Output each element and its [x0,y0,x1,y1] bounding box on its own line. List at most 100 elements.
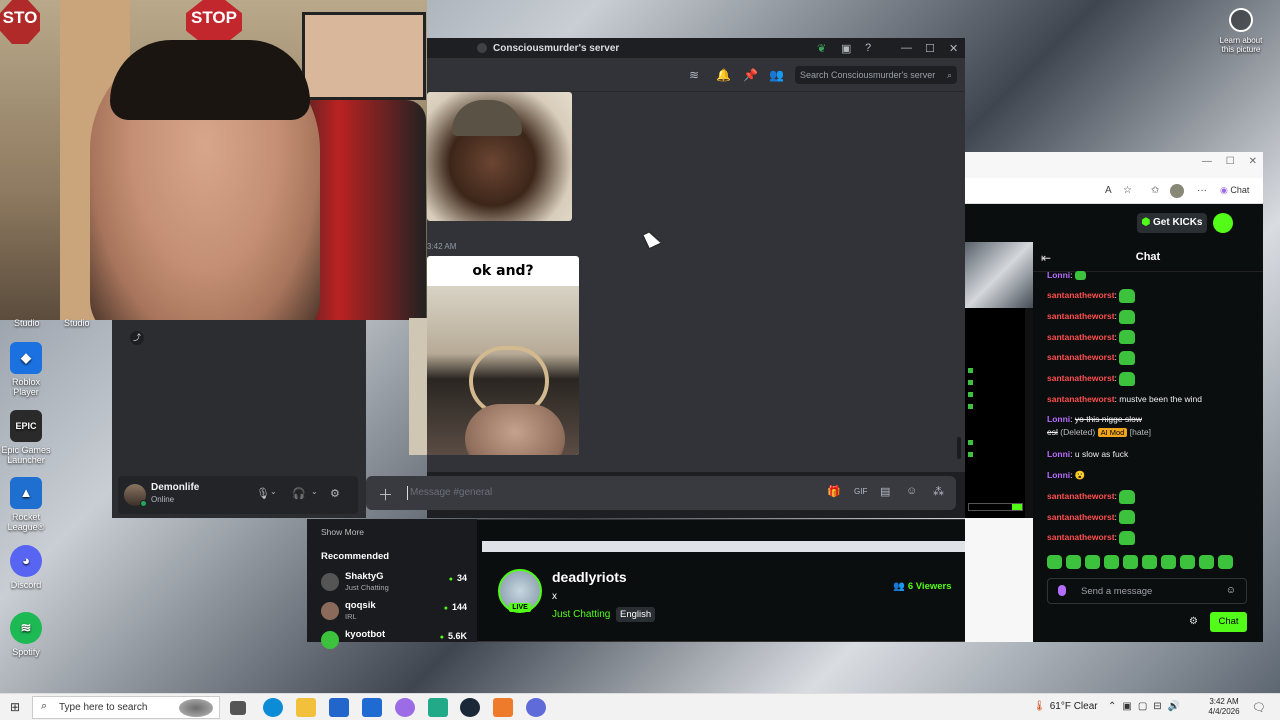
send-message-input[interactable]: Send a message ☺ [1047,578,1247,604]
chat-settings-gear-icon[interactable]: ⚙ [1189,616,1198,627]
desktop-icon-spotify[interactable]: ≋ Spotify [0,612,52,657]
message-composer[interactable]: ＋ Message #general 🎁 GIF ▤ ☺ ⁂ [366,476,956,510]
favorite-star-icon[interactable]: ☆ [1123,185,1132,196]
chat-username[interactable]: Lonni [1047,270,1070,280]
sublime-icon[interactable] [493,698,513,717]
get-kicks-button[interactable]: ⬢ Get KICKs [1137,213,1207,233]
username[interactable]: Demonlife [151,482,199,493]
steam-icon[interactable] [460,698,480,717]
maximize-icon[interactable]: ☐ [925,42,935,55]
message-timestamp: 3:42 AM [427,242,457,251]
copilot-chat-button[interactable]: ◉ Chat [1220,185,1249,196]
chat-send-button[interactable]: Chat [1210,612,1247,632]
weather-widget[interactable]: 🌡 61°F Clear [1033,701,1098,712]
learn-about-picture[interactable]: Learn about this picture [1218,8,1264,54]
recommended-channel[interactable]: qoqsik IRL 144 [321,600,473,624]
user-avatar[interactable] [1213,213,1233,233]
emote-button[interactable] [1218,555,1233,569]
system-tray-icons[interactable]: ⌃▣▢⊟🔊 [1108,701,1186,712]
chat-username[interactable]: santanatheworst [1047,532,1115,542]
scrollbar[interactable] [957,437,961,459]
minimize-icon[interactable]: — [901,42,912,54]
attach-plus-icon[interactable]: ＋ [378,484,393,505]
apps-icon[interactable]: ⁂ [933,485,944,498]
emote-button[interactable] [1104,555,1119,569]
chat-meme-attachment[interactable]: ok and? [427,256,579,455]
chat-username[interactable]: santanatheworst [1047,352,1115,362]
close-icon[interactable]: ✕ [949,42,958,55]
copilot-icon: ◉ [1220,185,1231,195]
chat-username[interactable]: santanatheworst [1047,290,1115,300]
emote-button[interactable] [1123,555,1138,569]
stream-language-tag[interactable]: English [616,607,656,622]
window-controls[interactable]: — ☐ ✕ [1202,156,1257,167]
taskbar-clock[interactable]: 3:42 AM 4/4/2026 [1203,697,1245,717]
microphone-icon[interactable] [1058,585,1066,596]
external-link-icon[interactable]: ⤴ [130,331,144,345]
gif-icon[interactable]: GIF [854,487,867,496]
chat-username[interactable]: santanatheworst [1047,394,1115,404]
emote [1119,289,1136,303]
more-options-icon[interactable]: ··· [1197,185,1207,196]
recommended-channel[interactable]: ShaktyG Just Chatting 34 [321,571,473,595]
member-list-icon[interactable]: 👥 [769,68,784,82]
help-icon[interactable]: ? [865,42,871,54]
show-more-link[interactable]: Show More [321,527,364,537]
streamer-name[interactable]: deadlyriots [552,569,627,585]
chat-username[interactable]: santanatheworst [1047,512,1115,522]
chat-message-cont: esl (Deleted) AI Mod [hate] [1047,425,1257,444]
emote-button[interactable] [1180,555,1195,569]
chat-message: santanatheworst: [1047,486,1257,507]
sticker-icon[interactable]: ▤ [880,485,890,498]
emote-button[interactable] [1066,555,1081,569]
desktop-icon-epic-games[interactable]: EPIC Epic Games Launcher [0,410,52,465]
copilot-icon[interactable] [395,698,415,717]
chat-username[interactable]: Lonni [1047,414,1070,424]
favorites-icon[interactable]: ✩ [1151,185,1159,196]
pin-icon[interactable]: 📌 [743,68,758,82]
headphones-icon[interactable]: 🎧 [292,487,306,500]
chat-image-attachment[interactable] [427,92,572,221]
emoji-picker-icon[interactable]: ☺ [1226,585,1236,596]
file-explorer-icon[interactable] [296,698,316,717]
nitro-leaf-icon[interactable]: ❦ [817,42,826,55]
emote-button[interactable] [1047,555,1062,569]
recommended-channel[interactable]: kyootbot 5.6K [321,629,473,653]
inbox-icon[interactable]: ▣ [841,42,851,55]
microphone-icon[interactable]: 🎙 [256,487,270,500]
gift-icon[interactable]: 🎁 [827,485,841,498]
emote-button[interactable] [1161,555,1176,569]
threads-icon[interactable]: ≋ [689,68,699,82]
emote-button[interactable] [1142,555,1157,569]
emote-button[interactable] [1199,555,1214,569]
chat-username[interactable]: santanatheworst [1047,311,1115,321]
server-search-input[interactable]: Search Consciousmurder's server ⌕ [795,66,957,84]
chat-username[interactable]: Lonni [1047,449,1070,459]
notification-bell-icon[interactable]: 🔔 [716,68,731,82]
discord-taskbar-icon[interactable] [428,698,448,717]
desktop-icon-roblox[interactable]: ◆ Roblox Player [0,342,52,397]
desktop-icon-discord[interactable]: ◕ Discord [0,545,52,590]
chat-username[interactable]: santanatheworst [1047,373,1115,383]
chat-username[interactable]: santanatheworst [1047,332,1115,342]
task-view-icon[interactable] [230,701,246,715]
taskbar-search-input[interactable]: ⌕ Type here to search [32,696,220,719]
chevron-down-icon[interactable]: ⌄ [311,487,318,496]
notification-icon[interactable]: 🗨 [1252,701,1266,714]
user-settings-gear-icon[interactable]: ⚙ [330,487,340,500]
desktop-icon-rocket-league[interactable]: ▲ Rocket League® [0,477,52,532]
chat-username[interactable]: Lonni [1047,470,1070,480]
windows-start-icon[interactable]: ⊞ [10,700,20,714]
emote-button[interactable] [1085,555,1100,569]
chat-username[interactable]: santanatheworst [1047,491,1115,501]
stream-category[interactable]: Just Chatting [552,609,610,620]
chevron-down-icon[interactable]: ⌄ [270,487,277,496]
edge-icon[interactable] [263,698,283,717]
outlook-icon[interactable] [362,698,382,717]
chat-message: santanatheworst: [1047,507,1257,528]
profile-avatar[interactable] [1170,184,1184,198]
chrome-icon[interactable] [526,698,546,717]
read-aloud-icon[interactable]: A [1105,185,1112,196]
store-icon[interactable] [329,698,349,717]
emoji-icon[interactable]: ☺ [906,485,917,497]
